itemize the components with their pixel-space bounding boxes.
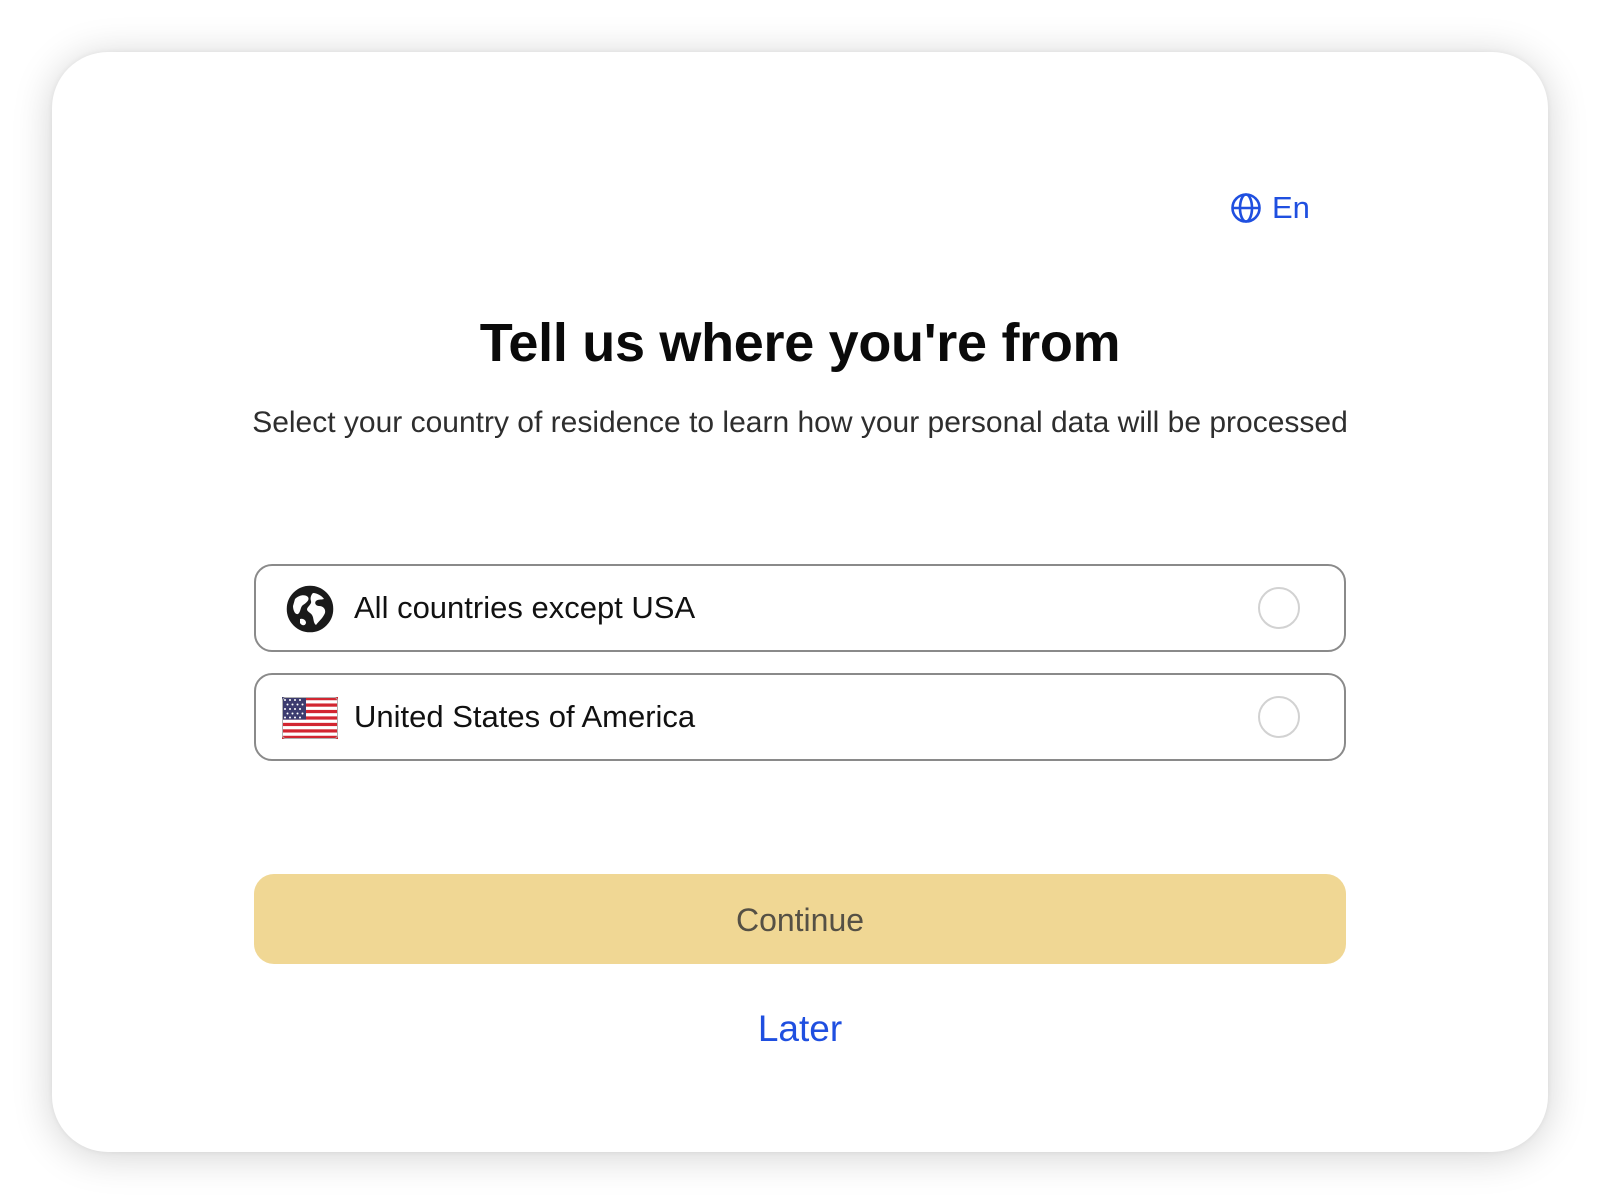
option-united-states[interactable]: United States of America xyxy=(254,673,1346,761)
option-label: All countries except USA xyxy=(354,590,696,625)
us-flag-icon xyxy=(282,695,338,741)
radio-button[interactable] xyxy=(1258,696,1300,738)
language-selector[interactable]: En xyxy=(1230,190,1310,226)
continue-button[interactable]: Continue xyxy=(254,874,1346,964)
later-link[interactable]: Later xyxy=(0,1008,1600,1050)
page-subtitle: Select your country of residence to lear… xyxy=(252,406,1348,439)
option-label: United States of America xyxy=(354,699,696,734)
globe-icon xyxy=(1230,192,1262,224)
option-all-countries-except-usa[interactable]: All countries except USA xyxy=(254,564,1346,652)
page-title: Tell us where you're from xyxy=(479,313,1121,373)
radio-button[interactable] xyxy=(1258,587,1300,629)
language-label: En xyxy=(1272,190,1310,225)
world-globe-icon xyxy=(282,585,338,633)
